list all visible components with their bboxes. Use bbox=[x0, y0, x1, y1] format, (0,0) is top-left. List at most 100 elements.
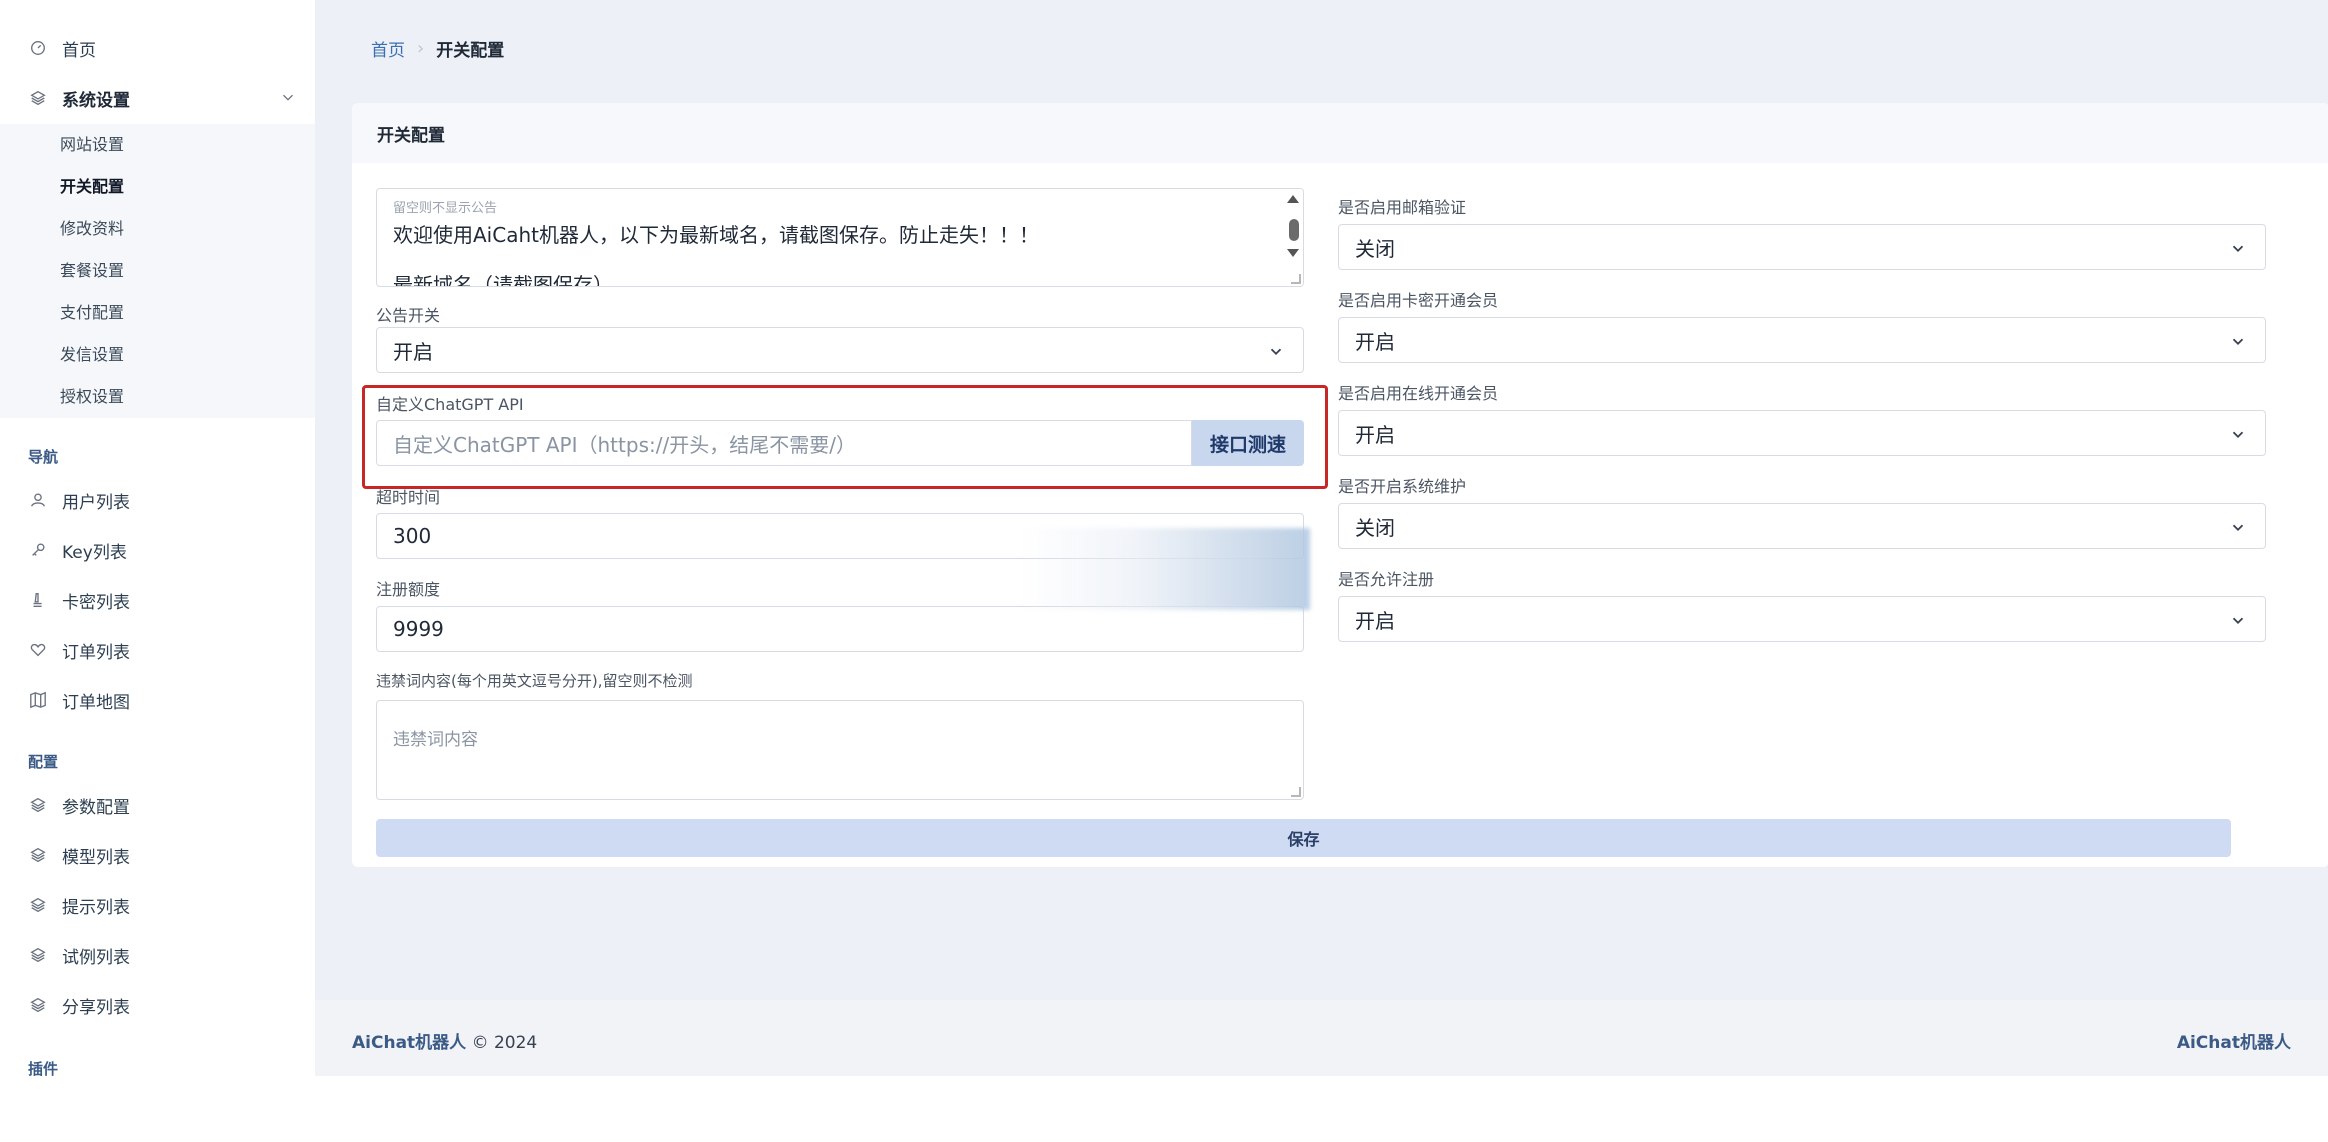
chevron-down-icon bbox=[2229, 610, 2247, 628]
card-member-select[interactable]: 开启 bbox=[1338, 317, 2266, 363]
notice-scrollbar[interactable] bbox=[1285, 189, 1303, 286]
sidebar-item-keys[interactable]: Key列表 bbox=[0, 528, 315, 572]
chevron-down-icon bbox=[2229, 517, 2247, 535]
map-icon bbox=[28, 690, 48, 710]
sidebar-item-label: 系统设置 bbox=[62, 90, 130, 111]
sidebar-item-system-settings[interactable]: 系统设置 bbox=[0, 76, 315, 120]
submenu-item-mail[interactable]: 发信设置 bbox=[60, 343, 124, 367]
chevron-down-icon bbox=[2229, 238, 2247, 256]
breadcrumb-home[interactable]: 首页 bbox=[371, 36, 405, 61]
chevron-down-icon bbox=[1267, 341, 1285, 359]
resize-handle-icon[interactable] bbox=[1291, 274, 1301, 284]
footer-copyright: AiChat机器人 © 2024 bbox=[352, 1028, 537, 1053]
banned-words-placeholder: 违禁词内容 bbox=[393, 730, 478, 750]
user-icon bbox=[28, 490, 48, 510]
online-member-label: 是否启用在线开通会员 bbox=[1338, 384, 1499, 403]
quota-input[interactable]: 9999 bbox=[376, 606, 1304, 652]
submenu-item-plans[interactable]: 套餐设置 bbox=[60, 259, 124, 283]
maintenance-value: 关闭 bbox=[1355, 515, 1395, 540]
section-label-nav: 导航 bbox=[28, 448, 59, 466]
quota-label: 注册额度 bbox=[376, 580, 441, 599]
sidebar-item-orders[interactable]: 订单列表 bbox=[0, 628, 315, 672]
blurred-overlay bbox=[1020, 528, 1310, 610]
save-button[interactable]: 保存 bbox=[376, 819, 2231, 857]
maintenance-select[interactable]: 关闭 bbox=[1338, 503, 2266, 549]
sidebar-item-label: 提示列表 bbox=[62, 897, 130, 918]
resize-handle-icon[interactable] bbox=[1291, 787, 1301, 797]
submenu-item-payment[interactable]: 支付配置 bbox=[60, 301, 124, 325]
card-member-label: 是否启用卡密开通会员 bbox=[1338, 291, 1499, 310]
api-label: 自定义ChatGPT API bbox=[376, 395, 524, 414]
layers-icon bbox=[28, 945, 48, 965]
section-label-config: 配置 bbox=[28, 753, 59, 771]
sidebar-item-label: 用户列表 bbox=[62, 492, 130, 513]
maintenance-label: 是否开启系统维护 bbox=[1338, 477, 1467, 496]
footer-right-brand[interactable]: AiChat机器人 bbox=[2177, 1028, 2291, 1053]
submenu-item-profile[interactable]: 修改资料 bbox=[60, 217, 124, 241]
layers-icon bbox=[28, 845, 48, 865]
layers-icon bbox=[28, 995, 48, 1015]
scroll-down-icon[interactable] bbox=[1287, 249, 1299, 257]
chevron-down-icon bbox=[2229, 424, 2247, 442]
submenu-item-switch-config[interactable]: 开关配置 bbox=[60, 175, 124, 199]
submenu-item-site[interactable]: 网站设置 bbox=[60, 133, 124, 157]
breadcrumb: 首页 › 开关配置 bbox=[371, 36, 504, 61]
sidebar-item-label: 参数配置 bbox=[62, 797, 130, 818]
notice-switch-value: 开启 bbox=[393, 339, 433, 364]
allow-register-select[interactable]: 开启 bbox=[1338, 596, 2266, 642]
notice-switch-select[interactable]: 开启 bbox=[376, 327, 1304, 373]
email-verify-label: 是否启用邮箱验证 bbox=[1338, 198, 1467, 217]
breadcrumb-current: 开关配置 bbox=[436, 41, 505, 61]
banned-words-label: 违禁词内容(每个用英文逗号分开),留空则不检测 bbox=[376, 672, 693, 690]
timeout-value: 300 bbox=[393, 524, 432, 548]
sidebar-item-label: 分享列表 bbox=[62, 997, 130, 1018]
scroll-up-icon[interactable] bbox=[1287, 195, 1299, 203]
chevron-down-icon bbox=[2229, 331, 2247, 349]
sidebar-item-models[interactable]: 模型列表 bbox=[0, 833, 315, 877]
api-speed-test-button[interactable]: 接口测速 bbox=[1192, 420, 1304, 466]
timeout-label: 超时时间 bbox=[376, 488, 441, 507]
dashboard-icon bbox=[28, 38, 48, 58]
stamp-icon bbox=[28, 590, 48, 610]
api-placeholder: 自定义ChatGPT API（https://开头，结尾不需要/） bbox=[393, 432, 856, 457]
sidebar: 首页 系统设置 网站设置 开关配置 修改资料 套餐设置 支付配置 发信设置 授权… bbox=[0, 0, 315, 1076]
section-label-plugins: 插件 bbox=[28, 1060, 59, 1076]
online-member-value: 开启 bbox=[1355, 422, 1395, 447]
sidebar-item-home[interactable]: 首页 bbox=[0, 26, 315, 70]
sidebar-item-label: 模型列表 bbox=[62, 847, 130, 868]
layers-icon bbox=[28, 88, 48, 108]
api-input[interactable]: 自定义ChatGPT API（https://开头，结尾不需要/） bbox=[376, 420, 1192, 466]
sidebar-item-params[interactable]: 参数配置 bbox=[0, 783, 315, 827]
banned-words-textarea[interactable]: 违禁词内容 bbox=[376, 700, 1304, 800]
sidebar-item-prompts[interactable]: 提示列表 bbox=[0, 883, 315, 927]
online-member-select[interactable]: 开启 bbox=[1338, 410, 2266, 456]
footer: AiChat机器人 © 2024 AiChat机器人 bbox=[315, 1000, 2328, 1076]
footer-brand[interactable]: AiChat机器人 bbox=[352, 1033, 466, 1053]
email-verify-select[interactable]: 关闭 bbox=[1338, 224, 2266, 270]
card-title: 开关配置 bbox=[352, 103, 2328, 163]
sidebar-item-label: 卡密列表 bbox=[62, 592, 130, 613]
notice-line-2: 最新域名（请截图保存） bbox=[393, 273, 613, 287]
notice-textarea[interactable]: 留空则不显示公告 欢迎使用AiCaht机器人，以下为最新域名，请截图保存。防止走… bbox=[376, 188, 1304, 287]
key-icon bbox=[28, 540, 48, 560]
email-verify-value: 关闭 bbox=[1355, 236, 1395, 261]
allow-register-value: 开启 bbox=[1355, 608, 1395, 633]
sidebar-item-examples[interactable]: 试例列表 bbox=[0, 933, 315, 977]
footer-year: © 2024 bbox=[471, 1033, 538, 1053]
chevron-down-icon bbox=[279, 88, 297, 106]
scroll-thumb[interactable] bbox=[1289, 219, 1299, 241]
notice-switch-label: 公告开关 bbox=[376, 306, 441, 325]
sidebar-item-label: 订单地图 bbox=[62, 692, 130, 713]
notice-placeholder: 留空则不显示公告 bbox=[393, 201, 498, 216]
sidebar-item-label: 首页 bbox=[62, 40, 96, 61]
sidebar-item-label: 试例列表 bbox=[62, 947, 130, 968]
sidebar-item-cards[interactable]: 卡密列表 bbox=[0, 578, 315, 622]
layers-icon bbox=[28, 895, 48, 915]
sidebar-item-shares[interactable]: 分享列表 bbox=[0, 983, 315, 1027]
sidebar-item-users[interactable]: 用户列表 bbox=[0, 478, 315, 522]
layers-icon bbox=[28, 795, 48, 815]
submenu-panel bbox=[0, 124, 315, 418]
submenu-item-license[interactable]: 授权设置 bbox=[60, 385, 124, 409]
sidebar-item-order-map[interactable]: 订单地图 bbox=[0, 678, 315, 722]
heart-icon bbox=[28, 640, 48, 660]
